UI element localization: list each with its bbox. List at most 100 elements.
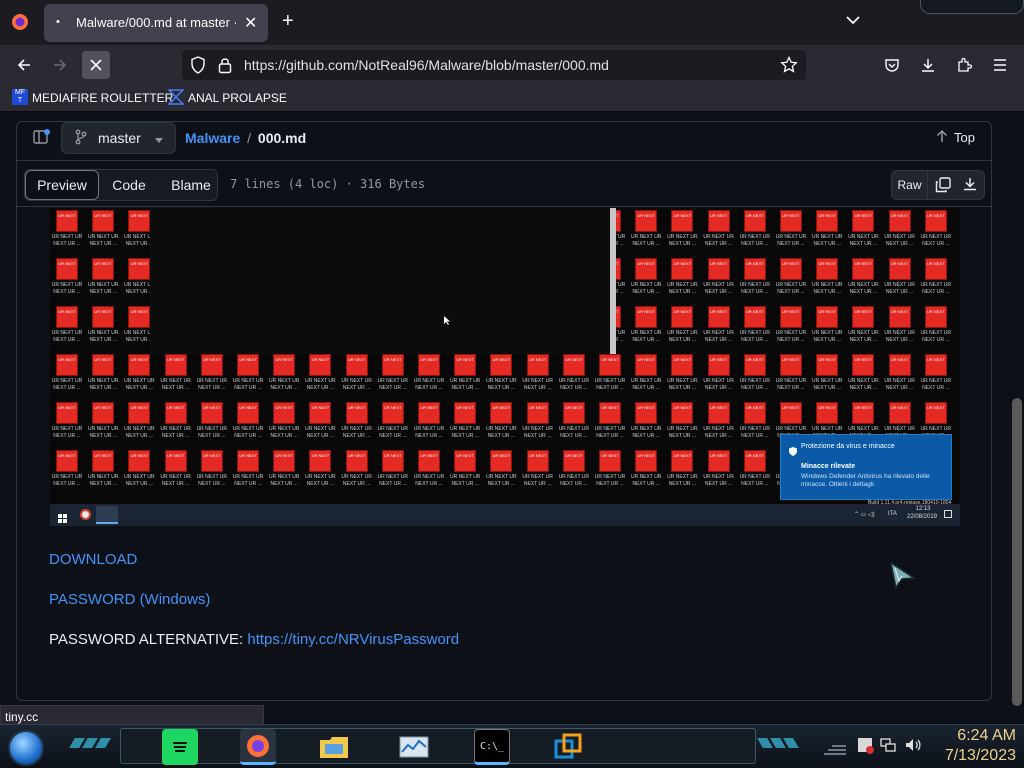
spotify-taskbar-icon[interactable]	[162, 729, 198, 765]
ur-next-desktop-icon: UR NEXT UR NEXT URNEXT UR ...	[665, 400, 699, 446]
ur-next-desktop-icon: UR NEXT UR NEXT URNEXT UR ...	[340, 448, 374, 494]
ur-next-tile-image: UR NEXT	[490, 402, 513, 424]
ur-next-tile-image: UR NEXT	[56, 258, 78, 280]
ur-next-tile-caption: UR NEXT URNEXT UR ...	[305, 474, 336, 487]
file-info: 7 lines (4 loc) · 316 Bytes	[230, 177, 426, 191]
lock-icon[interactable]	[218, 56, 232, 79]
url-text[interactable]: https://github.com/NotReal96/Malware/blo…	[244, 57, 609, 73]
firefox-taskbar-icon[interactable]	[240, 729, 276, 765]
extensions-icon[interactable]	[950, 51, 978, 79]
ur-next-desktop-icon: UR NEXT UR NEXT URNEXT UR ...	[846, 352, 880, 398]
ur-next-tile-image: UR NEXT	[562, 450, 585, 472]
ur-next-tile-caption: UR NEXT URNEXT UR ...	[703, 282, 734, 295]
ur-next-desktop-icon: UR NEXT UR NEXT URNEXT UR ...	[883, 352, 917, 398]
pocket-icon[interactable]	[878, 51, 906, 79]
ur-next-tile-image: UR NEXT	[562, 354, 585, 376]
inner-clock-time: 12:13	[915, 506, 931, 512]
ur-next-tile-image: UR NEXT	[237, 402, 259, 424]
ur-next-tile-image: UR NEXT	[816, 354, 839, 376]
ur-next-tile-caption: UR NEXT URNEXT UR ...	[739, 234, 771, 247]
ur-next-tile-caption: UR NEXT URNEXT UR ...	[522, 474, 553, 487]
bookmark-star-icon[interactable]	[780, 55, 798, 79]
ur-next-desktop-icon: UR NEXT UR NEXT URNEXT UR ...	[50, 400, 84, 446]
taskbar-app-tray	[120, 728, 756, 764]
branch-selector[interactable]: master	[61, 122, 176, 154]
ur-next-tile-caption: UR NEXT URNEXT UR ...	[160, 474, 191, 487]
bookmark-anal-prolapse[interactable]: ANAL PROLAPSE	[188, 91, 287, 105]
back-to-top-link[interactable]: Top	[936, 129, 975, 146]
page-scrollbar-thumb[interactable]	[1012, 398, 1022, 706]
ur-next-tile-caption: UR NEXT URNEXT UR ...	[594, 426, 626, 439]
url-bar[interactable]: https://github.com/NotReal96/Malware/blo…	[182, 50, 806, 80]
ur-next-tile-image: UR NEXT	[490, 354, 513, 376]
ur-next-tile-caption: UR NEXT URNEXT UR ...	[87, 330, 119, 343]
virtualbox-taskbar-icon[interactable]	[550, 729, 586, 765]
action-center-flag-icon[interactable]	[858, 738, 874, 754]
forward-arrow-icon[interactable]	[46, 51, 74, 79]
ur-next-tile-caption: UR NEXT URNEXT UR ...	[196, 378, 228, 391]
firefox-icon[interactable]	[6, 8, 34, 36]
back-arrow-icon[interactable]	[10, 51, 38, 79]
hamburger-menu-icon[interactable]	[986, 51, 1014, 79]
downloads-icon[interactable]	[914, 51, 942, 79]
ur-next-tile-caption: UR NEXT URNEXT UR ...	[51, 330, 83, 343]
ur-next-tile-image: UR NEXT	[924, 354, 947, 376]
ur-next-tile-image: UR NEXT	[128, 402, 151, 424]
download-link[interactable]: DOWNLOAD	[49, 551, 137, 568]
copy-icon[interactable]	[934, 176, 952, 199]
file-explorer-taskbar-icon[interactable]	[316, 729, 352, 765]
ur-next-tile-caption: UR NEXT URNEXT UR ...	[232, 378, 264, 391]
browser-tab[interactable]: • Malware/000.md at master · No ✕	[44, 4, 268, 42]
resource-monitor-taskbar-icon[interactable]	[396, 729, 432, 765]
ur-next-desktop-icon: UR NEXT UR NEXT URNEXT UR ...	[340, 400, 374, 446]
black-window	[150, 208, 616, 354]
ur-next-desktop-icon: UR NEXT UR NEXT URNEXT UR ...	[919, 256, 953, 302]
bookmark-mediafire-roulette[interactable]: MEDIAFIRE ROULETTER	[32, 91, 173, 105]
stairs-icon[interactable]	[824, 742, 846, 760]
ur-next-desktop-icon: UR NEXT UR NEXT URNEXT UR ...	[665, 448, 699, 494]
side-panel-toggle-icon[interactable]	[32, 128, 50, 151]
raw-button[interactable]: Raw	[892, 171, 928, 199]
ur-next-tile-caption: UR NEXT URNEXT UR ...	[486, 378, 517, 391]
ur-next-tile-image: UR NEXT	[635, 210, 658, 232]
tab-close-icon[interactable]: ✕	[244, 13, 257, 33]
ur-next-tile-image: UR NEXT	[671, 402, 694, 424]
ur-next-tile-caption: UR NEXT URNEXT UR ...	[920, 330, 952, 343]
ur-next-desktop-icon: UR NEXT UR NEXT URNEXT UR ...	[86, 448, 120, 494]
ur-next-desktop-icon: UR NEXT UR NEXT URNEXT UR ...	[593, 352, 627, 398]
password-windows-link[interactable]: PASSWORD (Windows)	[49, 591, 210, 608]
shield-icon[interactable]	[190, 56, 206, 79]
ur-next-tile-image: UR NEXT	[780, 402, 802, 424]
ur-next-tile-image: UR NEXT	[707, 450, 730, 472]
ur-next-tile-caption: UR NEXT URNEXT UR ...	[811, 330, 843, 343]
list-tabs-chevron-icon[interactable]	[846, 12, 860, 28]
ur-next-tile-image: UR NEXT	[707, 210, 730, 232]
new-tab-button[interactable]: +	[282, 10, 294, 33]
ur-next-desktop-icon: UR NEXT UR NEXT URNEXT UR ...	[883, 208, 917, 254]
ur-next-desktop-icon: UR NEXT UR NEXT URNEXT UR ...	[412, 352, 446, 398]
download-raw-icon[interactable]	[962, 176, 978, 197]
ur-next-desktop-icon: UR NEXT UR NEXT URNEXT UR ...	[412, 448, 446, 494]
tab-preview[interactable]: Preview	[25, 170, 99, 200]
ur-next-tile-image: UR NEXT	[780, 354, 802, 376]
ur-next-tile-caption: UR NEXT URNEXT UR ...	[667, 474, 698, 487]
taskbar-clock-date[interactable]: 7/13/2023	[928, 747, 1016, 765]
password-alternative-link[interactable]: https://tiny.cc/NRVirusPassword	[247, 631, 459, 648]
ur-next-desktop-icon: UR NEXT UR NEXT URNEXT UR ...	[846, 256, 880, 302]
ur-next-tile-caption: UR NEXT URNEXT UR ...	[196, 474, 228, 487]
ur-next-tile-image: UR NEXT	[92, 210, 115, 232]
inner-clock-date: 22/08/2019	[906, 514, 938, 520]
tab-code[interactable]: Code	[100, 170, 158, 200]
volume-icon[interactable]	[904, 737, 922, 756]
ur-next-tile-caption: UR NEXT URNEXT UR ...	[703, 474, 734, 487]
tab-blame[interactable]: Blame	[162, 170, 220, 200]
ur-next-desktop-icon: UR NEXT UR NEXT URNEXT UR ...	[521, 352, 555, 398]
network-icon[interactable]	[880, 737, 896, 756]
caret-down-icon	[154, 130, 163, 146]
start-orb-icon[interactable]	[8, 730, 44, 766]
command-prompt-taskbar-icon[interactable]: C:\_	[474, 729, 510, 765]
taskbar-clock-time[interactable]: 6:24 AM	[928, 727, 1016, 745]
breadcrumb-repo-link[interactable]: Malware	[185, 130, 240, 146]
stop-loading-icon[interactable]	[82, 51, 110, 79]
ur-next-tile-caption: UR NEXT URNEXT UR ...	[51, 234, 83, 247]
